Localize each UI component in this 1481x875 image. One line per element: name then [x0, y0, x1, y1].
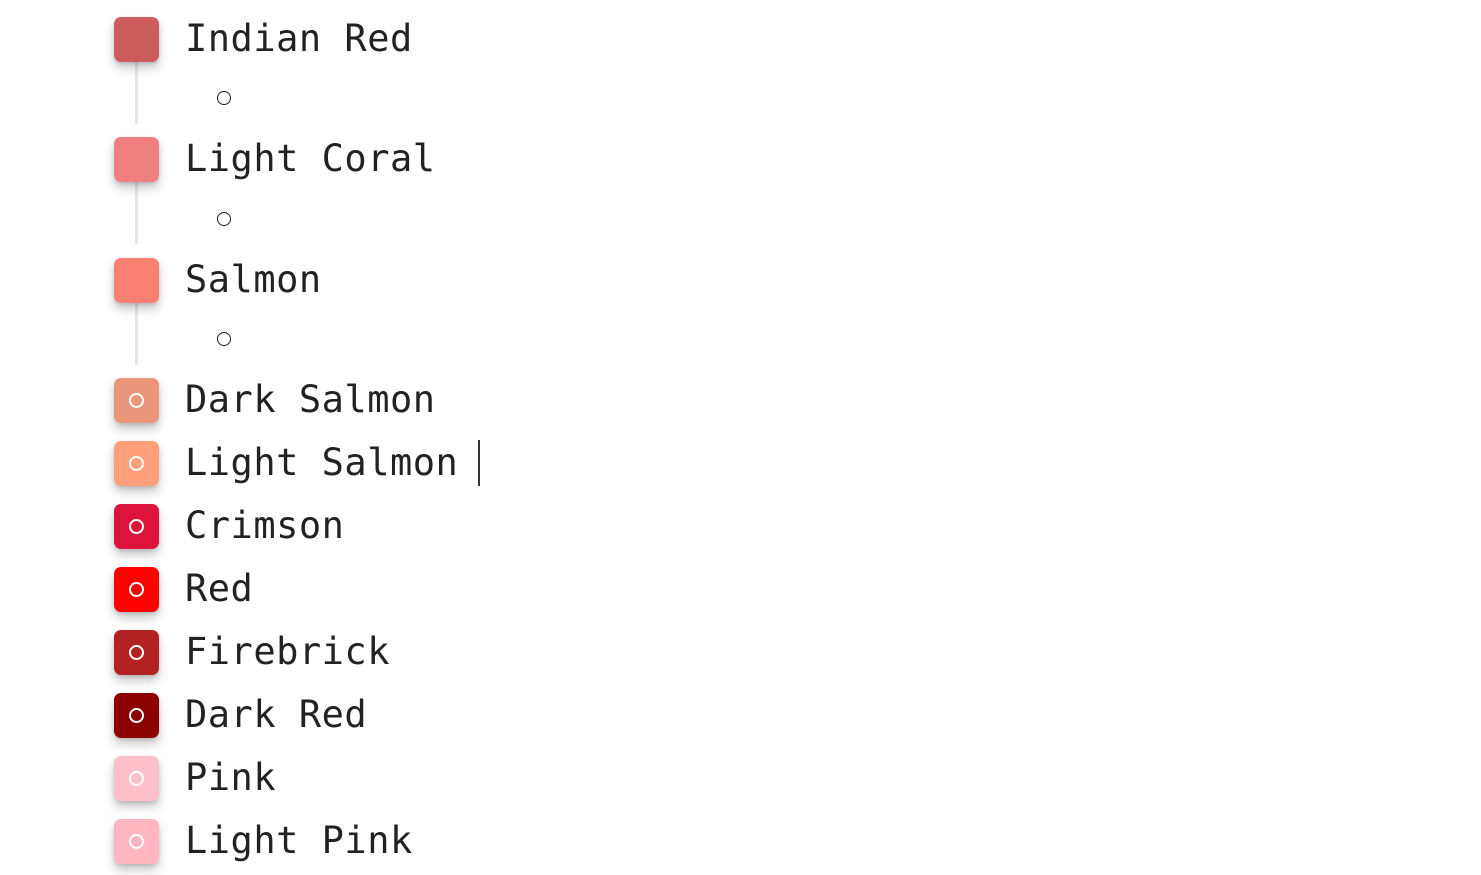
list-item[interactable]: Salmon [114, 256, 322, 304]
circle-icon [129, 770, 144, 786]
list-item[interactable]: Light Pink [114, 817, 413, 865]
item-label[interactable]: Light Pink [185, 817, 413, 865]
circle-icon [129, 707, 144, 723]
color-swatch[interactable] [114, 755, 159, 801]
color-swatch[interactable] [114, 692, 159, 738]
empty-child-bullet-icon[interactable] [217, 91, 231, 105]
list-item[interactable]: Indian Red [114, 15, 413, 63]
list-item[interactable]: Pink [114, 754, 276, 802]
color-swatch[interactable] [114, 257, 159, 303]
color-swatch[interactable] [114, 377, 159, 423]
circle-icon [129, 455, 144, 471]
color-swatch[interactable] [114, 818, 159, 864]
item-label[interactable]: Salmon [185, 256, 322, 304]
list-item[interactable]: Light Salmon [114, 439, 481, 487]
item-label[interactable]: Red [185, 565, 253, 613]
circle-icon [129, 833, 144, 849]
text-cursor [478, 440, 481, 486]
color-swatch[interactable] [114, 440, 159, 486]
list-item[interactable]: Firebrick [114, 628, 390, 676]
item-label[interactable]: Indian Red [185, 15, 413, 63]
circle-icon [129, 644, 144, 660]
item-label[interactable]: Firebrick [185, 628, 390, 676]
list-item[interactable]: Crimson [114, 502, 344, 550]
item-label[interactable]: Light Coral [185, 135, 436, 183]
circle-icon [129, 392, 144, 408]
item-label[interactable]: Dark Red [185, 691, 367, 739]
item-label[interactable]: Dark Salmon [185, 376, 436, 424]
tree-connector-line [135, 56, 138, 124]
color-swatch[interactable] [114, 629, 159, 675]
list-item[interactable]: Dark Red [114, 691, 367, 739]
tree-connector-line [135, 176, 138, 244]
item-label[interactable]: Crimson [185, 502, 344, 550]
item-label-editing[interactable]: Light Salmon [185, 439, 458, 487]
list-item[interactable]: Red [114, 565, 253, 613]
empty-child-bullet-icon[interactable] [217, 332, 231, 346]
circle-icon [129, 581, 144, 597]
color-swatch[interactable] [114, 503, 159, 549]
color-swatch[interactable] [114, 136, 159, 182]
item-label[interactable]: Pink [185, 754, 276, 802]
list-item[interactable]: Dark Salmon [114, 376, 436, 424]
color-swatch[interactable] [114, 566, 159, 612]
empty-child-bullet-icon[interactable] [217, 212, 231, 226]
list-item[interactable]: Light Coral [114, 135, 436, 183]
circle-icon [129, 518, 144, 534]
tree-connector-line [135, 297, 138, 365]
color-swatch[interactable] [114, 16, 159, 62]
